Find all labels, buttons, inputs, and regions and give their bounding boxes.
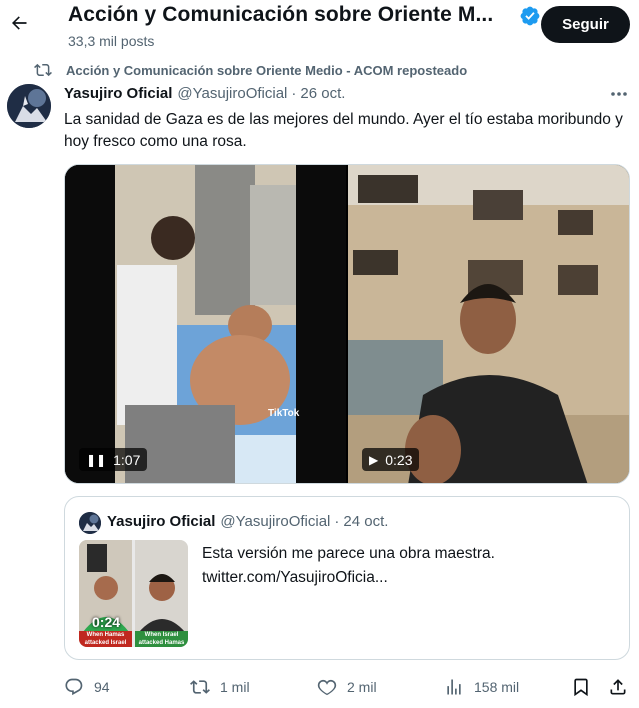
- quote-text-line-1: Esta versión me parece una obra maestra.: [202, 545, 495, 562]
- video-1[interactable]: TikTok ❚❚ 1:07: [65, 165, 346, 483]
- quote-avatar-image: [79, 512, 101, 534]
- play-icon[interactable]: ▶: [369, 453, 378, 467]
- media-grid: TikTok ❚❚ 1:07 ▶ 0:23: [64, 164, 630, 484]
- video-1-frame: [65, 165, 346, 483]
- post-date[interactable]: 26 oct.: [300, 85, 345, 102]
- quote-avatar[interactable]: [79, 512, 101, 534]
- quote-thumb-right: When Israel attacked Hamas: [135, 540, 188, 647]
- profile-title: Acción y Comunicación sobre Oriente M...: [68, 3, 494, 26]
- repost-action-icon: [190, 680, 210, 694]
- repost-icon: [34, 63, 52, 77]
- post-text: La sanidad de Gaza es de las mejores del…: [64, 111, 623, 150]
- author-handle[interactable]: @YasujiroOficial: [177, 85, 287, 102]
- avatar[interactable]: [7, 84, 51, 128]
- repost-count: 1 mil: [220, 679, 250, 695]
- repost-button[interactable]: 1 mil: [190, 672, 250, 702]
- views-count: 158 mil: [474, 679, 520, 695]
- share-icon: [610, 679, 626, 695]
- repost-label[interactable]: Acción y Comunicación sobre Oriente Medi…: [66, 63, 467, 78]
- analytics-icon: [447, 679, 461, 695]
- tiktok-watermark: TikTok: [268, 408, 300, 419]
- quote-dot-separator: ·: [334, 513, 340, 530]
- video-1-duration-badge: ❚❚ 1:07: [79, 448, 148, 471]
- reply-icon: [65, 678, 83, 696]
- like-button[interactable]: 2 mil: [317, 672, 377, 702]
- quote-thumbnail[interactable]: When Hamas attacked Israel When Israel a…: [79, 540, 188, 647]
- video-2[interactable]: ▶ 0:23: [348, 165, 629, 483]
- reply-count: 94: [94, 679, 110, 695]
- pause-icon[interactable]: ❚❚: [86, 453, 106, 467]
- views-button[interactable]: 158 mil: [444, 672, 519, 702]
- quote-text: Esta versión me parece una obra maestra.…: [202, 542, 495, 590]
- more-dots-icon: [611, 92, 627, 96]
- quote-link[interactable]: twitter.com/YasujiroOficia...: [202, 566, 495, 590]
- quote-author-handle[interactable]: @YasujiroOficial: [220, 513, 330, 530]
- post-header: Yasujiro Oficial @YasujiroOficial · 26 o…: [64, 85, 345, 102]
- quote-thumb-caption-left: When Hamas attacked Israel: [79, 631, 132, 647]
- avatar-image: [7, 84, 51, 128]
- bookmark-icon: [574, 678, 588, 697]
- share-button[interactable]: [608, 672, 638, 702]
- like-count: 2 mil: [347, 679, 377, 695]
- video-2-frame: [348, 165, 629, 483]
- heart-icon: [317, 679, 337, 696]
- dot-separator: ·: [291, 85, 297, 102]
- bookmark-button[interactable]: [571, 672, 601, 702]
- video-1-duration: 1:07: [113, 451, 141, 468]
- quote-thumb-left: When Hamas attacked Israel: [79, 540, 132, 647]
- video-2-duration: 0:23: [385, 451, 413, 468]
- back-button[interactable]: [6, 10, 32, 36]
- verified-badge-icon: [520, 6, 540, 26]
- quote-author-name[interactable]: Yasujiro Oficial: [107, 513, 215, 530]
- quote-video-duration: 0:24: [92, 614, 121, 630]
- quoted-post[interactable]: Yasujiro Oficial @YasujiroOficial · 24 o…: [64, 496, 630, 660]
- quote-date[interactable]: 24 oct.: [343, 513, 388, 530]
- arrow-left-icon: [12, 16, 27, 30]
- video-2-duration-badge: ▶ 0:23: [362, 448, 420, 471]
- quote-thumb-caption-right: When Israel attacked Hamas: [135, 631, 188, 647]
- quote-header: Yasujiro Oficial @YasujiroOficial · 24 o…: [107, 513, 388, 530]
- author-name[interactable]: Yasujiro Oficial: [64, 85, 172, 102]
- profile-header: Acción y Comunicación sobre Oriente M...…: [0, 0, 639, 56]
- post-count: 33,3 mil posts: [68, 33, 155, 49]
- more-options-button[interactable]: [608, 84, 630, 104]
- action-bar: 94 1 mil 2 mil 158 mil: [0, 672, 639, 702]
- reply-button[interactable]: 94: [64, 672, 110, 702]
- repost-context: Acción y Comunicación sobre Oriente Medi…: [34, 61, 467, 79]
- follow-button[interactable]: Seguir: [541, 6, 630, 43]
